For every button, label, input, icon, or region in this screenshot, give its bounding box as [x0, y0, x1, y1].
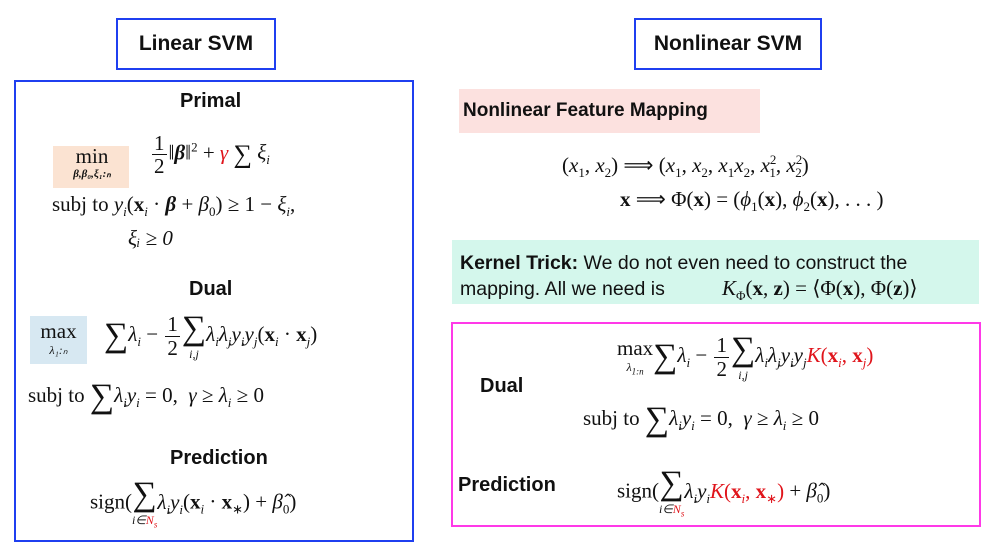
nonlinear-dual-constraint: subj to ∑λiyi = 0, γ ≥ λi ≥ 0 — [583, 401, 819, 438]
dual-max-operator: max λ₁:ₙ — [31, 319, 86, 357]
max-subscript: λ₁:ₙ — [49, 343, 68, 357]
kernel-trick-text2: mapping. All we need is — [460, 278, 665, 300]
nonlinear-dual-label: Dual — [480, 375, 524, 397]
sign-function: sign( — [90, 489, 132, 514]
kernel-definition: KΦ(x, z) = ⟨Φ(x), Φ(z)⟩ — [722, 276, 918, 304]
primal-heading: Primal — [180, 90, 242, 112]
kernel-trick-text1: We do not even need to construct the — [578, 252, 908, 274]
linear-svm-title: Linear SVM — [116, 18, 276, 70]
nonlinear-max-label: max — [617, 335, 654, 360]
dual-heading: Dual — [189, 278, 233, 300]
nonlinear-prediction-label: Prediction — [458, 474, 556, 496]
kernel-trick-line1: Kernel Trick: We do not even need to con… — [460, 252, 907, 275]
nonlinear-svm-title: Nonlinear SVM — [634, 18, 822, 70]
min-subscript: β,β₀,ξ₁:ₙ — [73, 168, 111, 180]
kernel-trick-label: Kernel Trick: — [460, 252, 579, 274]
primal-subj-to: subj to — [52, 192, 109, 216]
primal-nonneg-constraint: ξᵢ ≥ 0 — [128, 226, 173, 250]
feature-map-general: x ⟹ Φ(x) = (ϕ1(x), ϕ2(x), . . . ) — [620, 187, 884, 215]
min-label: min — [75, 144, 109, 168]
prediction-heading: Prediction — [170, 447, 268, 469]
nonlinear-dual-objective: max λ1:n ∑λi − 1 2 ∑ i,j λiλjyiyjK(xi, xj) — [617, 331, 874, 382]
max-label: max — [40, 319, 77, 343]
nonlinear-subj-to: subj to — [583, 405, 640, 430]
nonlinear-sign-function: sign( — [617, 478, 659, 503]
feature-map-example: (x1, x2) ⟹ (x1, x2, x1x2, x21, x22) — [562, 152, 809, 181]
kernel-trick-line2: mapping. All we need is — [460, 278, 665, 301]
primal-constraint: subj to yi(xi · β + β0) ≥ 1 − ξi, — [52, 192, 296, 220]
primal-min-operator: min β,β₀,ξ₁:ₙ — [57, 146, 127, 180]
dual-subj-to: subj to — [28, 382, 85, 407]
dual-constraint: subj to ∑λiyi = 0, γ ≥ λi ≥ 0 — [28, 378, 264, 415]
feature-mapping-label: Nonlinear Feature Mapping — [459, 89, 760, 133]
primal-objective: 1 2 ‖β‖2 + γ ∑ ξi — [152, 131, 270, 179]
dual-objective: ∑λi − 1 2 ∑ i,j λiλjyiyj(xi · xj) — [104, 310, 318, 361]
prediction-formula: sign(∑ i∈Ns λiyi(xi · x∗) + β̂0) — [90, 476, 297, 530]
nonlinear-prediction-formula: sign(∑ i∈Ns λiyiK(xi, x∗) + β̂0) — [617, 465, 831, 519]
